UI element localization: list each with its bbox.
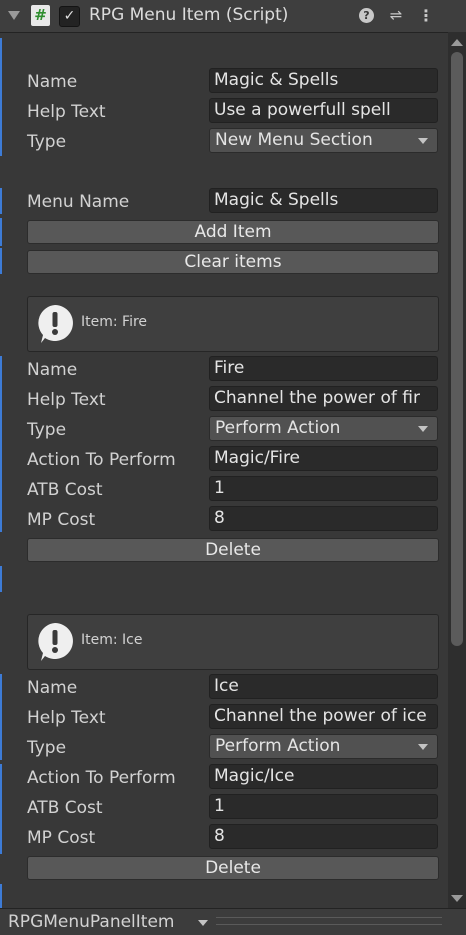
helpbox-text: Item: Fire xyxy=(81,314,148,330)
scroll-up-arrow-icon[interactable] xyxy=(451,39,463,46)
item-helpbox: Item: Ice xyxy=(27,614,439,670)
accent-bar xyxy=(0,884,2,908)
help-text-label: Help Text xyxy=(27,390,106,410)
component-type-dropdown[interactable]: RPGMenuPanelItem xyxy=(8,910,210,934)
accent-bar xyxy=(0,38,2,156)
help-text-field[interactable]: Channel the power of ice xyxy=(209,704,438,729)
type-label: Type xyxy=(27,420,67,440)
delete-button[interactable]: Delete xyxy=(27,538,439,562)
help-text-field[interactable]: Use a powerfull spell xyxy=(209,98,438,123)
dropdown-arrow-icon xyxy=(418,138,428,144)
accent-bar xyxy=(0,188,2,214)
accent-bar xyxy=(0,764,2,854)
warning-icon xyxy=(38,623,73,661)
accent-bar xyxy=(0,566,2,592)
name-label: Name xyxy=(27,72,78,92)
type-dropdown[interactable]: New Menu Section xyxy=(209,128,438,153)
foldout-arrow-icon[interactable] xyxy=(8,11,20,20)
add-item-button[interactable]: Add Item xyxy=(27,220,439,244)
action-to-perform-field[interactable]: Magic/Ice xyxy=(209,764,438,789)
dropdown-arrow-icon xyxy=(418,744,428,750)
name-label: Name xyxy=(27,678,78,698)
enabled-checkbox[interactable]: ✓ xyxy=(59,6,80,27)
type-dropdown-value: New Menu Section xyxy=(215,130,373,150)
help-icon[interactable]: ? xyxy=(359,8,374,23)
mp-cost-label: MP Cost xyxy=(27,510,96,530)
atb-cost-field[interactable]: 1 xyxy=(209,476,438,501)
help-text-field[interactable]: Channel the power of fir xyxy=(209,386,438,411)
kebab-menu-icon[interactable]: ⋮ xyxy=(418,6,434,26)
delete-button[interactable]: Delete xyxy=(27,856,439,880)
menu-name-label: Menu Name xyxy=(27,192,130,212)
type-label: Type xyxy=(27,738,67,758)
component-type-value: RPGMenuPanelItem xyxy=(8,912,175,932)
accent-bar xyxy=(0,248,2,274)
name-field[interactable]: Fire xyxy=(209,356,438,381)
hash-script-icon: # xyxy=(31,5,50,26)
atb-cost-label: ATB Cost xyxy=(27,798,103,818)
help-text-label: Help Text xyxy=(27,708,106,728)
accent-bar xyxy=(0,356,2,532)
type-dropdown[interactable]: Perform Action xyxy=(209,734,438,759)
mp-cost-field[interactable]: 8 xyxy=(209,824,438,849)
help-text-label: Help Text xyxy=(27,102,106,122)
atb-cost-label: ATB Cost xyxy=(27,480,103,500)
helpbox-text: Item: Ice xyxy=(81,632,143,648)
scrollbar-thumb[interactable] xyxy=(451,52,463,646)
menu-name-field[interactable]: Magic & Spells xyxy=(209,188,438,213)
warning-icon xyxy=(38,305,73,343)
name-field[interactable]: Ice xyxy=(209,674,438,699)
mp-cost-label: MP Cost xyxy=(27,828,96,848)
dropdown-arrow-icon xyxy=(418,426,428,432)
type-dropdown-value: Perform Action xyxy=(215,736,341,756)
atb-cost-field[interactable]: 1 xyxy=(209,794,438,819)
name-field[interactable]: Magic & Spells xyxy=(209,68,438,93)
action-to-perform-label: Action To Perform xyxy=(27,768,176,788)
scroll-down-arrow-icon[interactable] xyxy=(451,895,463,902)
type-label: Type xyxy=(27,132,67,152)
type-dropdown-value: Perform Action xyxy=(215,418,341,438)
action-to-perform-field[interactable]: Magic/Fire xyxy=(209,446,438,471)
clear-items-button[interactable]: Clear items xyxy=(27,250,439,274)
presets-icon[interactable]: ⇌ xyxy=(388,7,404,24)
accent-bar xyxy=(0,674,2,760)
dropdown-arrow-icon xyxy=(198,920,208,926)
mp-cost-field[interactable]: 8 xyxy=(209,506,438,531)
action-to-perform-label: Action To Perform xyxy=(27,450,176,470)
type-dropdown[interactable]: Perform Action xyxy=(209,416,438,441)
item-helpbox: Item: Fire xyxy=(27,296,439,352)
component-title: RPG Menu Item (Script) xyxy=(89,5,289,25)
footer-separator xyxy=(216,917,442,925)
accent-bar xyxy=(0,218,2,246)
name-label: Name xyxy=(27,360,78,380)
